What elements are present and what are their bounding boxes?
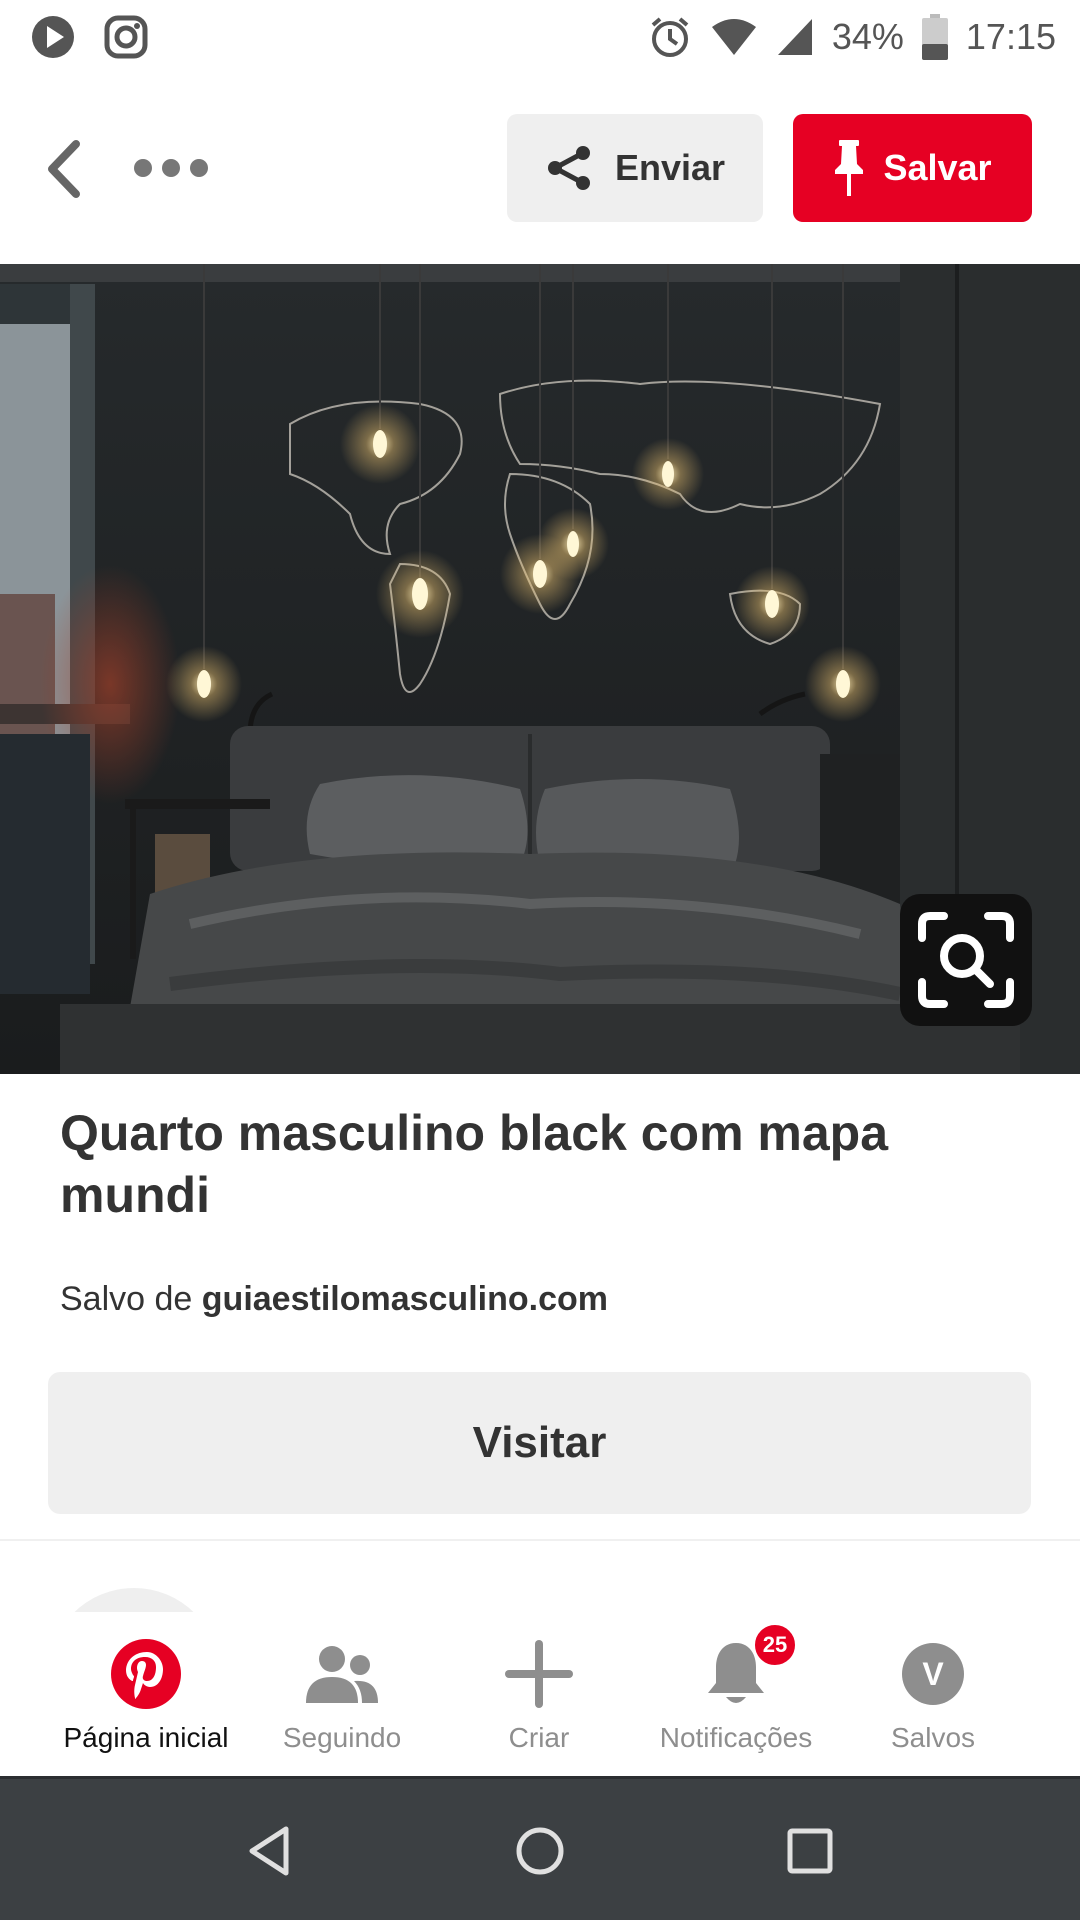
battery-percent: 34% [831, 16, 904, 57]
share-icon [547, 146, 590, 190]
visual-search-button[interactable] [900, 894, 1032, 1026]
nav-home[interactable]: Página inicial [46, 1634, 246, 1764]
notification-badge: 25 [752, 1622, 798, 1668]
bottom-nav: Página inicial Seguindo Criar 25 Notific… [0, 1612, 1080, 1776]
more-icon-dot [190, 159, 208, 177]
triangle-back-icon [249, 1826, 289, 1876]
save-label: Salvar [883, 147, 992, 188]
circle-home-icon [516, 1827, 564, 1875]
save-button[interactable]: Salvar [793, 114, 1032, 222]
signal-icon [776, 17, 814, 57]
system-recents-button[interactable] [780, 1821, 840, 1881]
status-bar: 34% 17:15 [0, 0, 1080, 74]
wifi-icon [710, 17, 758, 57]
system-home-button[interactable] [510, 1821, 570, 1881]
saved-from-domain[interactable]: guiaestilomasculino.com [202, 1280, 608, 1318]
alarm-icon [648, 15, 692, 59]
pin-image[interactable] [0, 264, 1080, 1074]
square-recents-icon [787, 1828, 833, 1874]
people-icon [306, 1646, 378, 1703]
saved-from-prefix: Salvo de [60, 1280, 193, 1318]
instagram-icon [104, 15, 148, 59]
play-icon [30, 14, 76, 60]
visit-button[interactable]: Visitar [48, 1372, 1031, 1514]
nav-notifications[interactable]: 25 Notificações [636, 1622, 836, 1764]
visit-label: Visitar [472, 1418, 607, 1467]
visual-search-icon [918, 912, 1014, 1008]
clock: 17:15 [965, 16, 1056, 57]
battery-icon [921, 14, 948, 60]
nav-create[interactable]: Criar [439, 1634, 639, 1764]
more-options-button[interactable] [134, 150, 214, 186]
more-icon-dot [162, 159, 180, 177]
more-icon-dot [134, 159, 152, 177]
pin-icon [835, 140, 864, 196]
saved-from: Salvo de guiaestilomasculino.com [60, 1280, 608, 1319]
system-back-button[interactable] [240, 1821, 300, 1881]
back-icon [48, 140, 80, 198]
nav-saved[interactable]: V Salvos [833, 1634, 1033, 1764]
send-button[interactable]: Enviar [507, 114, 763, 222]
back-button[interactable] [40, 134, 90, 204]
divider [0, 1539, 1080, 1541]
nav-create-label: Criar [508, 1722, 570, 1753]
nav-home-label: Página inicial [63, 1722, 229, 1753]
nav-saved-label: Salvos [890, 1722, 976, 1753]
plus-icon [505, 1640, 573, 1708]
system-nav-bar [0, 1776, 1080, 1920]
pin-title: Quarto masculino black com mapa mundi [60, 1105, 889, 1223]
pin-header: Enviar Salvar [0, 74, 1080, 264]
pinterest-icon [111, 1639, 181, 1709]
profile-avatar: V [902, 1643, 964, 1705]
nav-following-label: Seguindo [282, 1722, 402, 1753]
nav-following[interactable]: Seguindo [242, 1634, 442, 1764]
send-label: Enviar [614, 147, 726, 188]
nav-notifications-label: Notificações [659, 1722, 813, 1753]
